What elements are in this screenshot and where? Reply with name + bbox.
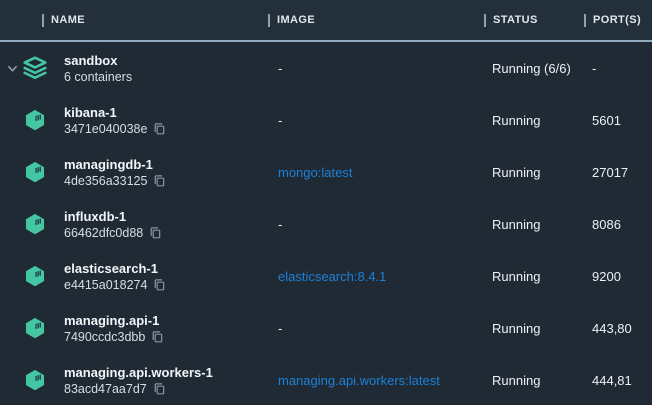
container-id: 6 containers bbox=[64, 69, 132, 85]
name-cell: influxdb-1 66462dfc0d88 bbox=[0, 208, 268, 241]
column-header-label: PORT(S) bbox=[593, 14, 641, 26]
image-name[interactable]: mongo:latest bbox=[268, 165, 484, 180]
ports-text: - bbox=[584, 61, 652, 76]
name-cell: managingdb-1 4de356a33125 bbox=[0, 156, 268, 189]
table-row[interactable]: managing.api.workers-1 83acd47aa7d7 mana… bbox=[0, 354, 652, 405]
copy-icon[interactable] bbox=[153, 174, 166, 187]
copy-icon[interactable] bbox=[153, 382, 166, 395]
table-row[interactable]: influxdb-1 66462dfc0d88 - Running 8086 bbox=[0, 198, 652, 250]
table-body: sandbox 6 containers - Running (6/6) - bbox=[0, 42, 652, 405]
container-box-icon bbox=[21, 210, 49, 238]
copy-icon[interactable] bbox=[149, 226, 162, 239]
container-name: managing.api.workers-1 bbox=[64, 364, 213, 381]
copy-icon[interactable] bbox=[153, 122, 166, 135]
container-id: 66462dfc0d88 bbox=[64, 225, 143, 241]
column-header-label: STATUS bbox=[493, 14, 538, 26]
status-text: Running bbox=[484, 217, 584, 232]
column-divider bbox=[584, 14, 586, 27]
column-header-ports[interactable]: PORT(S) bbox=[584, 14, 652, 27]
name-cell: managing.api.workers-1 83acd47aa7d7 bbox=[0, 364, 268, 397]
container-name: elasticsearch-1 bbox=[64, 260, 166, 277]
container-box-icon bbox=[21, 366, 49, 394]
container-box-icon bbox=[21, 262, 49, 290]
column-divider bbox=[268, 14, 270, 27]
container-id: 3471e040038e bbox=[64, 121, 147, 137]
status-text: Running bbox=[484, 321, 584, 336]
image-name[interactable]: elasticsearch:8.4.1 bbox=[268, 269, 484, 284]
table-row[interactable]: sandbox 6 containers - Running (6/6) - bbox=[0, 42, 652, 94]
image-name[interactable]: managing.api.workers:latest bbox=[268, 373, 484, 388]
image-name: - bbox=[268, 321, 484, 336]
status-text: Running bbox=[484, 165, 584, 180]
container-id: 7490ccdc3dbb bbox=[64, 329, 145, 345]
container-name: sandbox bbox=[64, 52, 132, 69]
copy-icon[interactable] bbox=[153, 278, 166, 291]
ports-text: 444,81 bbox=[584, 373, 652, 388]
container-box-icon bbox=[21, 158, 49, 186]
name-lines: managingdb-1 4de356a33125 bbox=[64, 156, 166, 189]
column-header-image[interactable]: IMAGE bbox=[268, 14, 484, 27]
column-header-label: IMAGE bbox=[277, 14, 315, 26]
container-name: influxdb-1 bbox=[64, 208, 162, 225]
containers-table: NAME IMAGE STATUS PORT(S) bbox=[0, 0, 652, 405]
image-name: - bbox=[268, 217, 484, 232]
status-text: Running (6/6) bbox=[484, 61, 584, 76]
status-text: Running bbox=[484, 113, 584, 128]
ports-text: 5601 bbox=[584, 113, 652, 128]
table-row[interactable]: managingdb-1 4de356a33125 mongo:latest R… bbox=[0, 146, 652, 198]
name-lines: elasticsearch-1 e4415a018274 bbox=[64, 260, 166, 293]
name-cell: elasticsearch-1 e4415a018274 bbox=[0, 260, 268, 293]
copy-icon[interactable] bbox=[151, 330, 164, 343]
container-id: 4de356a33125 bbox=[64, 173, 147, 189]
name-cell: sandbox 6 containers bbox=[0, 52, 268, 85]
chevron-down-icon[interactable] bbox=[5, 63, 19, 74]
container-box-icon bbox=[21, 314, 49, 342]
name-lines: sandbox 6 containers bbox=[64, 52, 132, 85]
ports-text: 8086 bbox=[584, 217, 652, 232]
container-box-icon bbox=[21, 106, 49, 134]
container-name: managingdb-1 bbox=[64, 156, 166, 173]
container-name: kibana-1 bbox=[64, 104, 166, 121]
ports-text: 443,80 bbox=[584, 321, 652, 336]
ports-text: 27017 bbox=[584, 165, 652, 180]
name-lines: influxdb-1 66462dfc0d88 bbox=[64, 208, 162, 241]
container-id: 83acd47aa7d7 bbox=[64, 381, 147, 397]
column-divider bbox=[484, 14, 486, 27]
name-lines: kibana-1 3471e040038e bbox=[64, 104, 166, 137]
column-header-label: NAME bbox=[51, 14, 85, 26]
column-header-name[interactable]: NAME bbox=[0, 14, 268, 27]
container-name: managing.api-1 bbox=[64, 312, 164, 329]
name-cell: kibana-1 3471e040038e bbox=[0, 104, 268, 137]
name-lines: managing.api.workers-1 83acd47aa7d7 bbox=[64, 364, 213, 397]
column-header-status[interactable]: STATUS bbox=[484, 14, 584, 27]
stack-layers-icon bbox=[21, 54, 49, 82]
container-id: e4415a018274 bbox=[64, 277, 147, 293]
table-row[interactable]: elasticsearch-1 e4415a018274 elasticsear… bbox=[0, 250, 652, 302]
table-header: NAME IMAGE STATUS PORT(S) bbox=[0, 0, 652, 40]
table-row[interactable]: managing.api-1 7490ccdc3dbb - Running 44… bbox=[0, 302, 652, 354]
name-cell: managing.api-1 7490ccdc3dbb bbox=[0, 312, 268, 345]
image-name: - bbox=[268, 61, 484, 76]
image-name: - bbox=[268, 113, 484, 128]
column-divider bbox=[42, 14, 44, 27]
ports-text: 9200 bbox=[584, 269, 652, 284]
status-text: Running bbox=[484, 269, 584, 284]
status-text: Running bbox=[484, 373, 584, 388]
table-row[interactable]: kibana-1 3471e040038e - Running 5601 bbox=[0, 94, 652, 146]
name-lines: managing.api-1 7490ccdc3dbb bbox=[64, 312, 164, 345]
